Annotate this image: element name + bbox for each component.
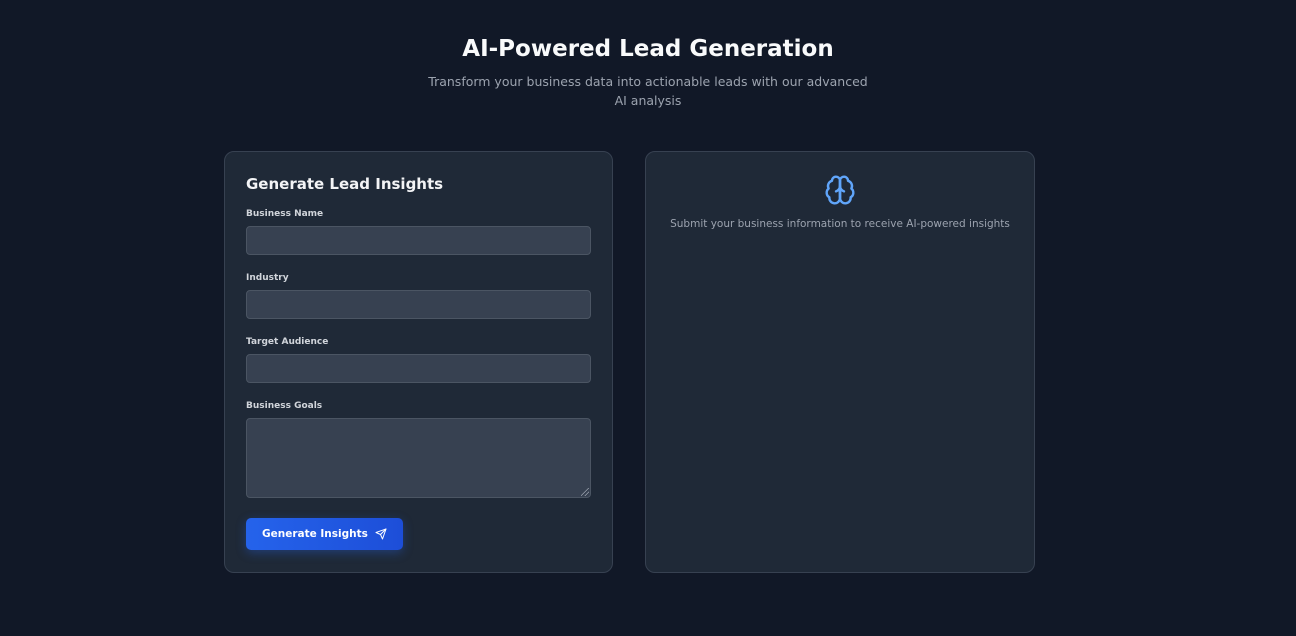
resize-handle[interactable] <box>581 488 589 496</box>
page-header: AI-Powered Lead Generation Transform you… <box>0 34 1296 110</box>
generate-insights-label: Generate Insights <box>262 528 368 540</box>
brain-icon <box>824 175 856 210</box>
industry-label: Industry <box>246 273 289 283</box>
send-icon <box>375 528 387 540</box>
target-audience-input[interactable] <box>246 354 591 383</box>
lead-form-card: Generate Lead Insights Business Name Ind… <box>224 151 613 573</box>
form-title: Generate Lead Insights <box>246 175 444 193</box>
target-audience-field: Target Audience <box>246 336 591 383</box>
brain-icon-wrap <box>646 174 1034 210</box>
business-goals-label: Business Goals <box>246 401 323 411</box>
insights-result-card: Submit your business information to rece… <box>645 151 1035 573</box>
industry-field: Industry <box>246 272 591 319</box>
business-name-field: Business Name <box>246 208 591 255</box>
page: AI-Powered Lead Generation Transform you… <box>0 0 1296 636</box>
industry-input[interactable] <box>246 290 591 319</box>
page-title: AI-Powered Lead Generation <box>462 36 834 62</box>
business-goals-textarea[interactable] <box>246 418 591 498</box>
generate-insights-button[interactable]: Generate Insights <box>246 518 403 550</box>
business-goals-field: Business Goals <box>246 400 591 498</box>
page-subtitle: Transform your business data into action… <box>428 74 868 108</box>
result-placeholder-text: Submit your business information to rece… <box>670 218 1010 230</box>
business-name-input[interactable] <box>246 226 591 255</box>
business-name-label: Business Name <box>246 209 324 219</box>
target-audience-label: Target Audience <box>246 337 329 347</box>
